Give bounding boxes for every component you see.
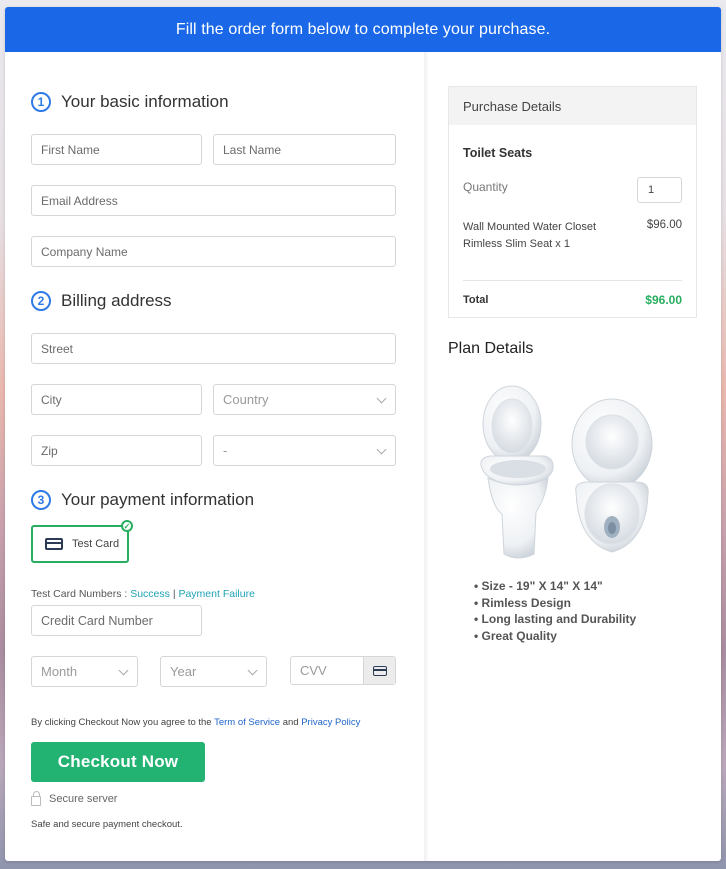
feature-item: Long lasting and Durability [474,611,637,628]
agreement-prefix: By clicking Checkout Now you agree to th… [31,717,212,728]
city-input[interactable]: City [31,384,202,415]
terms-of-service-link[interactable]: Term of Service [214,717,280,728]
cvv-input[interactable]: CVV [290,656,396,685]
plan-features-list: Size - 19" X 14" X 14" Rimless Design Lo… [474,578,637,645]
month-select[interactable]: Month [31,656,138,687]
chevron-down-icon [247,665,258,676]
feature-item: Great Quality [474,628,636,645]
section-payment: 3 Your payment information [31,490,254,510]
item-price: $96.00 [646,219,682,231]
test-card-numbers: Test Card Numbers : Success | Payment Fa… [31,588,255,600]
product-image [480,385,653,559]
quantity-input[interactable]: 1 [637,177,682,203]
agreement-text: By clicking Checkout Now you agree to th… [31,717,360,728]
secure-server-indicator: Secure server [31,791,118,806]
cvv-card-button[interactable] [363,657,395,684]
secure-server-label: Secure server [49,793,118,805]
country-select-value: Country [223,392,269,407]
zip-input[interactable]: Zip [31,435,202,466]
payment-failure-link[interactable]: Payment Failure [178,588,254,600]
year-select[interactable]: Year [160,656,267,687]
credit-card-icon [45,538,63,550]
test-card-numbers-label: Test Card Numbers : [31,588,128,600]
checkout-now-button[interactable]: Checkout Now [31,742,205,782]
product-title: Toilet Seats [463,146,533,160]
check-circle-icon: ✓ [121,520,133,532]
section-basic-info: 1 Your basic information [31,92,229,112]
first-name-input[interactable]: First Name [31,134,202,165]
step-number-2: 2 [31,291,51,311]
section-title: Your basic information [61,92,229,111]
section-billing: 2 Billing address [31,291,172,311]
chevron-down-icon [376,393,387,404]
success-link[interactable]: Success [130,588,170,600]
street-input[interactable]: Street [31,333,396,364]
step-number-1: 1 [31,92,51,112]
divider [463,280,682,281]
section-title: Your payment information [61,490,255,509]
total-label: Total [463,294,489,306]
credit-card-number-input[interactable]: Credit Card Number [31,605,202,636]
purchase-details-header: Purchase Details [449,87,696,125]
state-select-value: - [223,443,228,458]
last-name-input[interactable]: Last Name [213,134,396,165]
toilet-side-view [480,385,554,559]
header-banner: Fill the order form below to complete yo… [5,7,721,52]
checkout-page: Fill the order form below to complete yo… [5,7,721,861]
order-summary: Purchase Details Toilet Seats Quantity 1… [428,52,721,861]
link-separator: | [172,588,176,600]
cvv-placeholder: CVV [300,663,327,678]
agreement-and: and [282,717,299,728]
state-select[interactable]: - [213,435,396,466]
privacy-policy-link[interactable]: Privacy Policy [301,717,360,728]
section-title: Billing address [61,291,172,310]
order-form: 1 Your basic information First Name Last… [5,52,424,861]
lock-icon [31,791,41,806]
email-input[interactable]: Email Address [31,185,396,216]
quantity-label: Quantity [463,180,508,194]
item-name: Wall Mounted Water Closet Rimless Slim S… [463,221,597,250]
chevron-down-icon [376,444,387,455]
purchase-details-box: Purchase Details Toilet Seats Quantity 1… [448,86,697,318]
chevron-down-icon [118,665,129,676]
feature-item: Rimless Design [474,595,636,612]
payment-method-label: Test Card [72,538,120,550]
company-input[interactable]: Company Name [31,236,396,267]
month-select-value: Month [41,664,78,679]
total-value: $96.00 [645,293,682,307]
step-number-3: 3 [31,490,51,510]
toilet-top-view [571,398,653,553]
year-select-value: Year [170,664,197,679]
payment-method-test-card[interactable]: Test Card ✓ [31,520,133,563]
plan-details-title: Plan Details [448,340,534,357]
feature-item: Size - 19" X 14" X 14" [474,578,636,595]
country-select[interactable]: Country [213,384,396,415]
credit-card-icon [372,665,387,676]
safe-checkout-text: Safe and secure payment checkout. [31,819,183,830]
